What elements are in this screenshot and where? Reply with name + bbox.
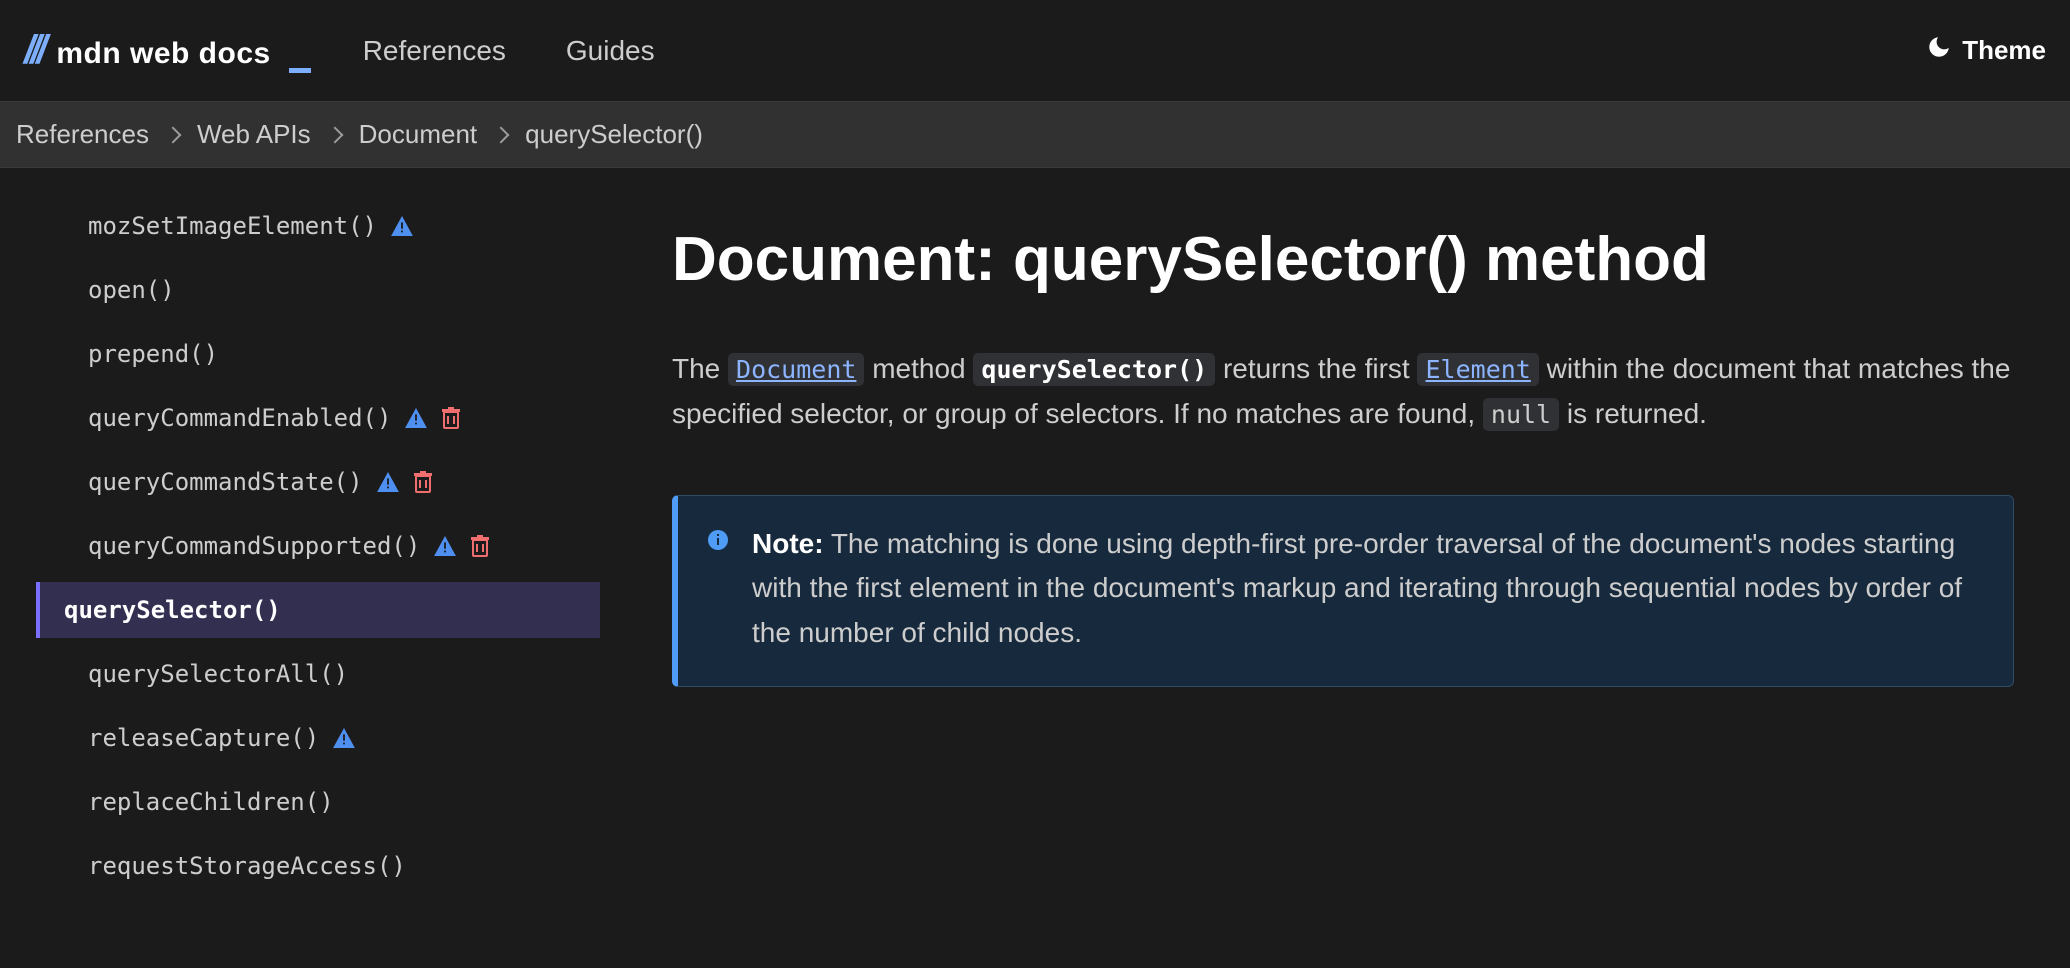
text: The <box>672 353 728 384</box>
text: method <box>864 353 973 384</box>
sidebar-item[interactable]: replaceChildren() <box>36 774 600 830</box>
link-document[interactable]: Document <box>728 353 864 386</box>
article: Document: querySelector() method The Doc… <box>600 168 2070 968</box>
sidebar-item[interactable]: prepend() <box>36 326 600 382</box>
link-element[interactable]: Element <box>1417 353 1538 386</box>
sidebar-item[interactable]: releaseCapture() <box>36 710 600 766</box>
sidebar-item[interactable]: mozSetImageElement() <box>36 198 600 254</box>
text: returns the first <box>1215 353 1417 384</box>
sidebar-item[interactable]: querySelectorAll() <box>36 646 600 702</box>
nav-guides[interactable]: Guides <box>566 35 655 67</box>
moon-icon <box>1926 34 1952 67</box>
breadcrumb-item[interactable]: Document <box>359 119 478 150</box>
intro-paragraph: The Document method querySelector() retu… <box>672 347 2012 437</box>
warning-icon <box>333 728 355 748</box>
warning-icon <box>405 408 427 428</box>
breadcrumb-item[interactable]: Web APIs <box>197 119 311 150</box>
sidebar-item[interactable]: querySelector() <box>36 582 600 638</box>
warning-icon <box>434 536 456 556</box>
sidebar-item-label: queryCommandEnabled() <box>88 404 391 432</box>
nav-references[interactable]: References <box>363 35 506 67</box>
sidebar-item-label: prepend() <box>88 340 218 368</box>
sidebar-item-label: queryCommandState() <box>88 468 363 496</box>
sidebar-item[interactable]: queryCommandState() <box>36 454 600 510</box>
chevron-right-icon <box>164 126 181 143</box>
note-label: Note: <box>752 528 824 559</box>
theme-label: Theme <box>1962 35 2046 66</box>
chevron-right-icon <box>493 126 510 143</box>
sidebar-item-label: querySelectorAll() <box>88 660 348 688</box>
code-null: null <box>1483 398 1559 431</box>
sidebar-item[interactable]: open() <box>36 262 600 318</box>
warning-icon <box>377 472 399 492</box>
logo-icon: /// <box>24 30 42 70</box>
cursor-icon <box>289 68 311 73</box>
text: is returned. <box>1559 398 1707 429</box>
sidebar-item-label: querySelector() <box>64 596 281 624</box>
info-icon <box>706 528 730 656</box>
sidebar-item[interactable]: queryCommandSupported() <box>36 518 600 574</box>
logo[interactable]: /// mdn web docs <box>24 30 311 71</box>
sidebar-item-label: requestStorageAccess() <box>88 852 406 880</box>
warning-icon <box>391 216 413 236</box>
code-queryselector: querySelector() <box>973 353 1215 386</box>
sidebar: mozSetImageElement() open() prepend() query… <box>0 168 600 968</box>
sidebar-item-label: mozSetImageElement() <box>88 212 377 240</box>
breadcrumb-item[interactable]: querySelector() <box>525 119 703 150</box>
sidebar-item-label: replaceChildren() <box>88 788 334 816</box>
page-title: Document: querySelector() method <box>672 224 2014 295</box>
trash-icon <box>470 535 490 557</box>
sidebar-item[interactable]: requestStorageAccess() <box>36 838 600 894</box>
breadcrumb-item[interactable]: References <box>16 119 149 150</box>
theme-toggle[interactable]: Theme <box>1926 34 2046 67</box>
chevron-right-icon <box>326 126 343 143</box>
top-nav: /// mdn web docs References Guides Theme <box>0 0 2070 102</box>
note-callout: Note: The matching is done using depth-f… <box>672 495 2014 687</box>
sidebar-item-label: queryCommandSupported() <box>88 532 420 560</box>
trash-icon <box>413 471 433 493</box>
sidebar-item-label: open() <box>88 276 175 304</box>
breadcrumb: References Web APIs Document querySelect… <box>0 102 2070 168</box>
sidebar-item[interactable]: queryCommandEnabled() <box>36 390 600 446</box>
primary-nav: References Guides <box>363 35 655 67</box>
note-body: Note: The matching is done using depth-f… <box>752 522 1977 656</box>
sidebar-item-label: releaseCapture() <box>88 724 319 752</box>
logo-text: mdn web docs <box>56 37 270 71</box>
trash-icon <box>441 407 461 429</box>
note-text: The matching is done using depth-first p… <box>752 528 1962 649</box>
